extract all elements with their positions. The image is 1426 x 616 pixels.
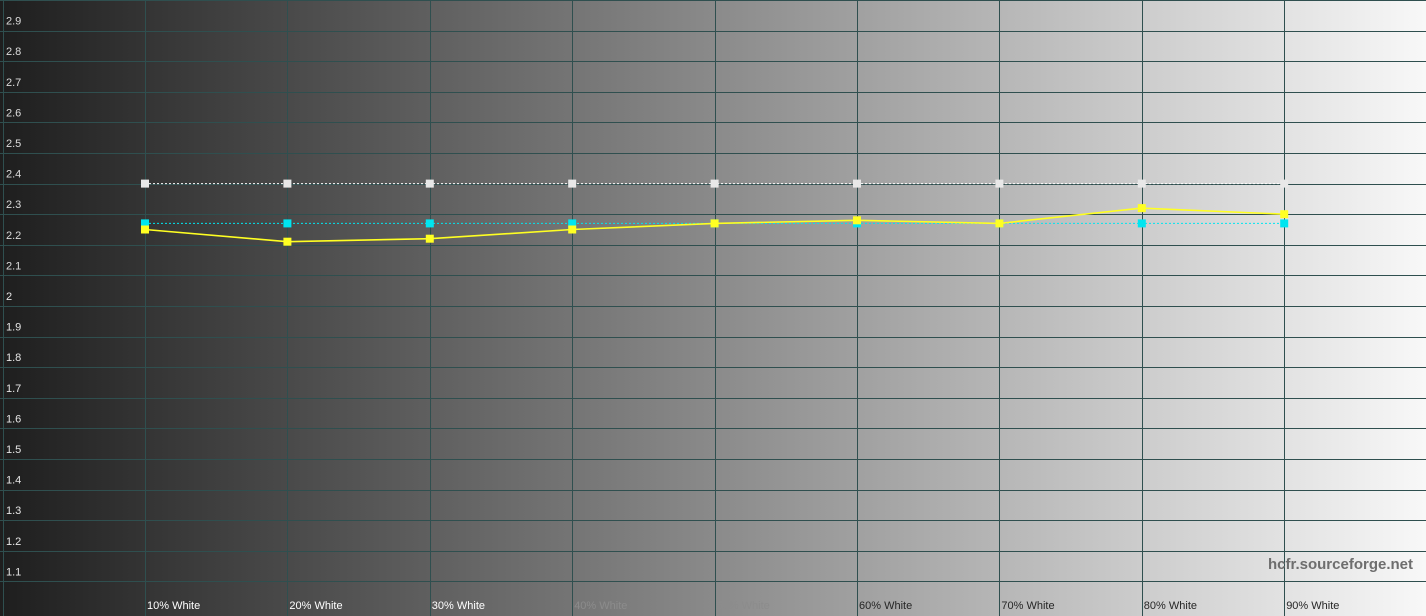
target-data-point <box>283 179 292 188</box>
measured-data-point <box>710 219 719 228</box>
target-data-point <box>141 179 149 188</box>
y-tick-label: 1.4 <box>6 475 21 487</box>
average-data-point <box>1280 219 1289 228</box>
x-tick-label: 30% White <box>432 600 485 612</box>
x-tick-label: 60% White <box>859 600 912 612</box>
y-tick-label: 1.5 <box>6 444 21 456</box>
measured-data-point <box>853 216 861 225</box>
average-data-point <box>1137 219 1146 228</box>
x-tick-label: 40% White <box>574 600 627 612</box>
gamma-chart: 1.1 1.2 1.3 1.4 1.5 1.6 1.7 1.8 1.9 2 2.1 2.2 2.3 2.4… <box>0 0 1426 616</box>
x-tick-label: 10% White <box>147 600 200 612</box>
measured-data-point <box>568 225 577 234</box>
gamma-chart-container: 1.1 1.2 1.3 1.4 1.5 1.6 1.7 1.8 1.9 2 2.1 2.2 2.3 2.4… <box>0 0 1426 616</box>
y-tick-label: 1.3 <box>6 505 21 517</box>
y-tick-label: 2 <box>6 291 12 303</box>
measured-data-point <box>141 225 149 234</box>
target-data-point <box>710 179 719 188</box>
target-data-point <box>995 179 1004 188</box>
x-tick-label: 20% White <box>289 600 342 612</box>
measured-data-point <box>995 219 1004 228</box>
y-tick-label: 2.3 <box>6 199 21 211</box>
y-tick-label: 2.1 <box>6 260 21 272</box>
y-tick-label: 1.2 <box>6 536 21 548</box>
measured-data-point <box>1280 210 1289 219</box>
y-tick-label: 2.2 <box>6 230 21 242</box>
y-tick-label: 2.6 <box>6 107 21 119</box>
x-tick-label: 80% White <box>1144 600 1197 612</box>
y-tick-label: 2.4 <box>6 169 21 181</box>
measured-data-point <box>283 237 292 246</box>
y-tick-label: 2.9 <box>6 16 21 28</box>
average-data-point <box>425 219 434 228</box>
watermark: hcfr.sourceforge.net <box>1268 556 1413 573</box>
average-data-point <box>283 219 292 228</box>
y-tick-label: 2.7 <box>6 77 21 89</box>
y-tick-label: 1.7 <box>6 383 21 395</box>
target-data-point <box>425 179 434 188</box>
y-tick-label: 1.8 <box>6 352 21 364</box>
y-tick-label: 2.5 <box>6 138 21 150</box>
target-data-point <box>853 179 861 188</box>
y-tick-label: 1.9 <box>6 322 21 334</box>
target-data-point <box>568 179 577 188</box>
x-tick-label: 90% White <box>1286 600 1339 612</box>
y-tick-label: 1.6 <box>6 413 21 425</box>
measured-data-point <box>425 234 434 243</box>
x-tick-label: 70% White <box>1001 600 1054 612</box>
y-tick-label: 2.8 <box>6 46 21 58</box>
measured-data-point <box>1137 204 1146 213</box>
target-data-point <box>1137 179 1146 188</box>
x-tick-label: 50% White <box>717 600 770 612</box>
target-data-point <box>1280 179 1289 188</box>
y-tick-label: 1.1 <box>6 566 21 578</box>
